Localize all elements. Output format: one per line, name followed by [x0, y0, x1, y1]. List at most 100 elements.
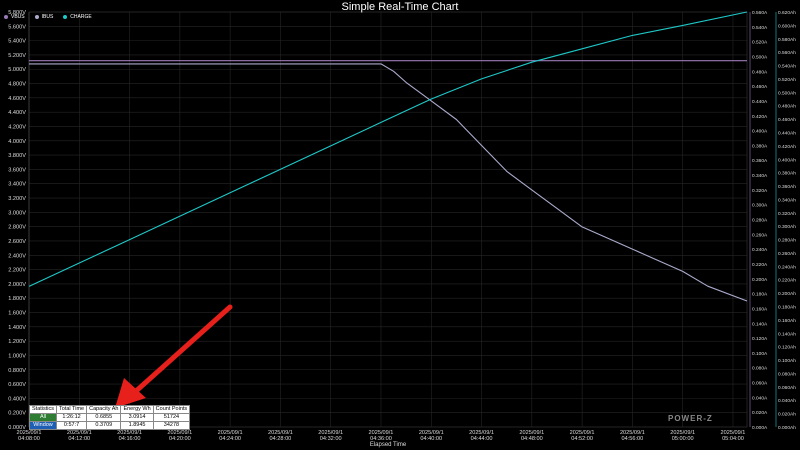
y-left-tick-label: 3.400V — [8, 182, 26, 188]
statistics-table: Statistics Total Time Capacity Ah Energy… — [28, 405, 191, 430]
y-right-charge-tick-label: 0.340Ah — [778, 197, 796, 203]
header-count-points: Count Points — [152, 405, 191, 414]
cell-all-count: 51724 — [152, 413, 191, 422]
legend-marker-charge — [63, 15, 68, 19]
statistics-row-window: Window 0:57:7 0.3709 1.8945 34278 — [28, 421, 191, 430]
y-right-current-tick-label: 0.280A — [752, 218, 768, 224]
y-right-current-tick-label: 0.080A — [752, 366, 768, 372]
x-axis-label: Elapsed Time — [369, 442, 407, 448]
y-left-tick-label: 1.600V — [8, 311, 26, 317]
y-right-current-tick-label: 0.020A — [752, 410, 768, 416]
legend-item-charge: CHARGE — [63, 14, 92, 20]
y-right-current-tick-label: 0.300A — [752, 203, 768, 209]
y-right-charge-tick-label: 0.080Ah — [778, 371, 796, 377]
y-left-tick-label: 3.200V — [8, 196, 26, 202]
cell-all-total-time: 1:26:12 — [56, 413, 88, 422]
y-right-current-tick-label: 0.200A — [752, 277, 768, 283]
y-right-charge-tick-label: 0.360Ah — [778, 184, 796, 190]
chart-title: Simple Real-Time Chart — [341, 1, 459, 13]
y-right-charge-tick-label: 0.000Ah — [778, 425, 796, 431]
y-right-current-tick-label: 0.400A — [752, 129, 768, 135]
y-right-charge-tick-label: 0.380Ah — [778, 171, 796, 177]
legend-marker-ibus — [34, 15, 39, 19]
header-total-time: Total Time — [56, 405, 88, 414]
y-right-charge-tick-label: 0.140Ah — [778, 331, 796, 337]
y-right-current-tick-label: 0.140A — [752, 321, 768, 327]
cell-all-capacity: 0.6855 — [86, 413, 122, 422]
y-right-charge-tick-label: 0.260Ah — [778, 251, 796, 257]
y-right-charge-tick-label: 0.600Ah — [778, 23, 796, 29]
y-right-charge-tick-label: 0.240Ah — [778, 264, 796, 270]
cell-window-count: 34278 — [152, 421, 191, 430]
y-right-current-tick-label: 0.120A — [752, 336, 768, 342]
y-right-current-tick-label: 0.180A — [752, 292, 768, 298]
y-right-charge-tick-label: 0.480Ah — [778, 104, 796, 110]
y-right-current-tick-label: 0.040A — [752, 395, 768, 401]
y-right-current-tick-label: 0.540A — [752, 25, 768, 31]
y-right-charge-tick-label: 0.200Ah — [778, 291, 796, 297]
y-right-charge-tick-label: 0.540Ah — [778, 64, 796, 70]
y-right-charge-tick-label: 0.560Ah — [778, 50, 796, 56]
y-right-current-tick-label: 0.520A — [752, 40, 768, 46]
y-left-tick-label: 0.200V — [8, 411, 26, 417]
header-capacity: Capacity Ah — [86, 405, 122, 414]
y-left-tick-label: 5.200V — [8, 53, 26, 59]
y-left-tick-label: 2.000V — [8, 282, 26, 288]
y-right-charge-tick-label: 0.400Ah — [778, 157, 796, 163]
legend-label-vbus: VBUS — [11, 14, 25, 20]
legend-marker-vbus — [4, 15, 8, 19]
y-right-current-tick-label: 0.220A — [752, 262, 768, 268]
y-left-tick-label: 3.000V — [8, 210, 26, 216]
y-right-current-tick-label: 0.500A — [752, 54, 768, 60]
y-right-current-tick-label: 0.320A — [752, 188, 768, 194]
plot-area — [28, 11, 748, 428]
y-right-current-tick-label: 0.480A — [752, 69, 768, 75]
y-right-charge-tick-label: 0.440Ah — [778, 130, 796, 136]
y-left-tick-label: 0.400V — [8, 396, 26, 402]
y-right-charge-tick-label: 0.040Ah — [778, 398, 796, 404]
y-right-charge-tick-label: 0.460Ah — [778, 117, 796, 123]
y-right-current-tick-label: 0.420A — [752, 114, 768, 120]
y-right-charge-tick-label: 0.180Ah — [778, 305, 796, 311]
y-left-tick-label: 1.800V — [8, 296, 26, 302]
y-left-tick-label: 4.200V — [8, 124, 26, 130]
y-left-tick-label: 0.600V — [8, 382, 26, 388]
y-left-tick-label: 2.600V — [8, 239, 26, 245]
header-energy: Energy Wh — [120, 405, 154, 414]
y-right-charge-tick-label: 0.060Ah — [778, 385, 796, 391]
legend-label-ibus: IBUS — [41, 14, 54, 20]
y-left-tick-label: 3.600V — [8, 167, 26, 173]
chart: 0.000V0.200V0.400V0.600V0.800V1.000V1.20… — [8, 10, 796, 442]
legend-label-charge: CHARGE — [70, 14, 92, 20]
y-left-tick-label: 4.000V — [8, 139, 26, 145]
y-left-tick-label: 3.800V — [8, 153, 26, 159]
row-label-window: Window — [28, 421, 58, 430]
legend-item-ibus: IBUS — [34, 14, 54, 20]
y-right-current-tick-label: 0.360A — [752, 158, 768, 164]
y-right-charge-tick-label: 0.300Ah — [778, 224, 796, 230]
y-right-charge-tick-label: 0.160Ah — [778, 318, 796, 324]
y-right-charge-tick-label: 0.220Ah — [778, 278, 796, 284]
y-right-current-tick-label: 0.440A — [752, 99, 768, 105]
y-right-current-tick-label: 0.260A — [752, 232, 768, 238]
y-right-current-tick-label: 0.000A — [752, 425, 768, 431]
y-right-current-tick-label: 0.160A — [752, 306, 768, 312]
watermark-logo: POWER-Z — [668, 414, 713, 423]
y-left-tick-label: 2.200V — [8, 268, 26, 274]
y-right-charge-tick-label: 0.420Ah — [778, 144, 796, 150]
y-right-charge-tick-label: 0.280Ah — [778, 238, 796, 244]
y-left-tick-label: 0.800V — [8, 368, 26, 374]
cell-window-energy: 1.8945 — [120, 421, 154, 430]
y-right-current-tick-label: 0.060A — [752, 381, 768, 387]
y-right-current-tick-label: 0.380A — [752, 143, 768, 149]
cell-all-energy: 3.0914 — [120, 413, 154, 422]
legend-item-vbus: VBUS — [4, 14, 25, 20]
cell-window-capacity: 0.3709 — [86, 421, 122, 430]
y-left-tick-label: 5.000V — [8, 67, 26, 73]
y-right-charge-tick-label: 0.580Ah — [778, 37, 796, 43]
y-right-charge-tick-label: 0.120Ah — [778, 345, 796, 351]
y-right-current-tick-label: 0.340A — [752, 173, 768, 179]
cell-window-total-time: 0:57:7 — [56, 421, 88, 430]
y-left-tick-label: 2.800V — [8, 225, 26, 231]
y-right-charge-tick-label: 0.500Ah — [778, 90, 796, 96]
